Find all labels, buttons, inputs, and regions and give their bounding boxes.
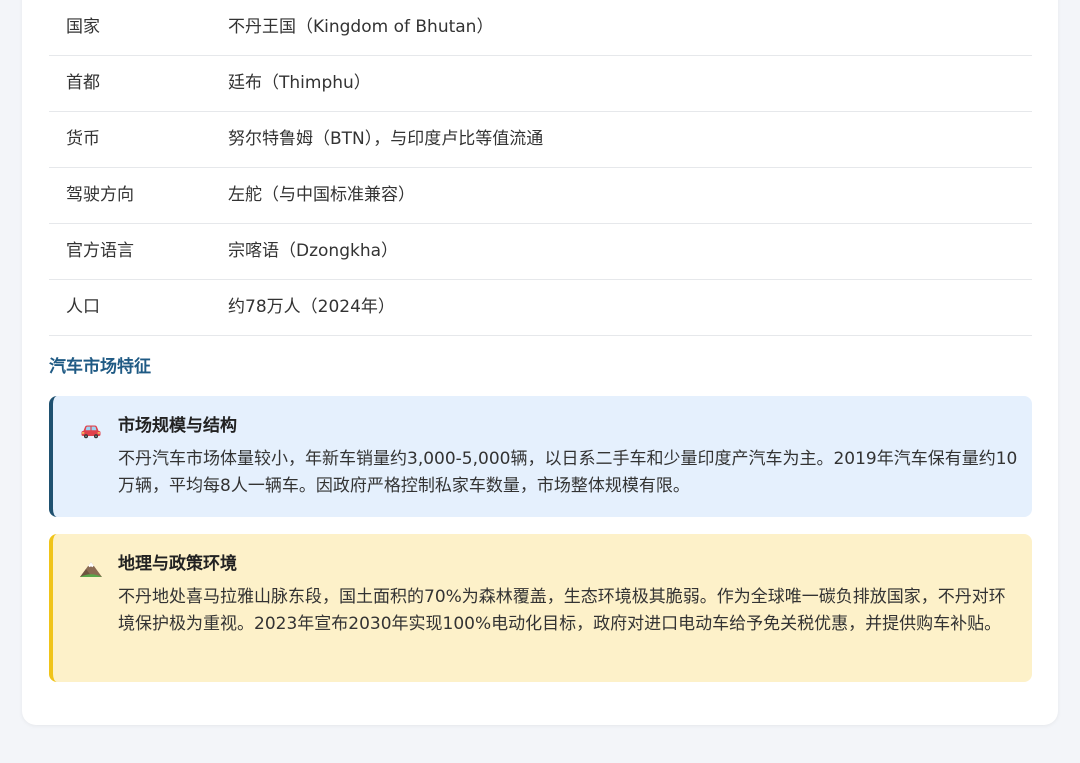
- row-value: 宗喀语（Dzongkha）: [228, 241, 399, 261]
- row-value: 约78万人（2024年）: [228, 297, 395, 317]
- table-row: 官方语言 宗喀语（Dzongkha）: [49, 224, 1032, 280]
- country-info-table: 国家 不丹王国（Kingdom of Bhutan） 首都 廷布（Thimphu…: [49, 0, 1032, 336]
- feature-body: 不丹地处喜马拉雅山脉东段，国土面积的70%为森林覆盖，生态环境极其脆弱。作为全球…: [118, 587, 1006, 634]
- row-label: 货币: [66, 129, 100, 149]
- table-row: 人口 约78万人（2024年）: [49, 280, 1032, 336]
- row-value: 不丹王国（Kingdom of Bhutan）: [228, 17, 494, 37]
- row-label: 官方语言: [66, 241, 134, 261]
- row-value: 努尔特鲁姆（BTN），与印度卢比等值流通: [228, 129, 544, 149]
- table-row: 驾驶方向 左舵（与中国标准兼容）: [49, 168, 1032, 224]
- feature-heading: 市场规模与结构: [118, 416, 237, 436]
- table-row: 国家 不丹王国（Kingdom of Bhutan）: [49, 0, 1032, 56]
- car-icon: [79, 418, 103, 442]
- feature-card-geography: 地理与政策环境 不丹地处喜马拉雅山脉东段，国土面积的70%为森林覆盖，生态环境极…: [49, 534, 1032, 682]
- row-label: 国家: [66, 17, 100, 37]
- row-label: 人口: [66, 297, 100, 317]
- table-row: 货币 努尔特鲁姆（BTN），与印度卢比等值流通: [49, 112, 1032, 168]
- feature-card-market: 市场规模与结构 不丹汽车市场体量较小，年新车销量约3,000-5,000辆，以日…: [49, 396, 1032, 517]
- feature-heading: 地理与政策环境: [118, 554, 237, 574]
- row-value: 左舵（与中国标准兼容）: [228, 185, 415, 205]
- feature-body: 不丹汽车市场体量较小，年新车销量约3,000-5,000辆，以日系二手车和少量印…: [118, 449, 1018, 496]
- table-row: 首都 廷布（Thimphu）: [49, 56, 1032, 112]
- section-title: 汽车市场特征: [49, 357, 151, 377]
- row-value: 廷布（Thimphu）: [228, 73, 371, 93]
- row-label: 首都: [66, 73, 100, 93]
- mountain-icon: [79, 556, 103, 580]
- row-label: 驾驶方向: [66, 185, 134, 205]
